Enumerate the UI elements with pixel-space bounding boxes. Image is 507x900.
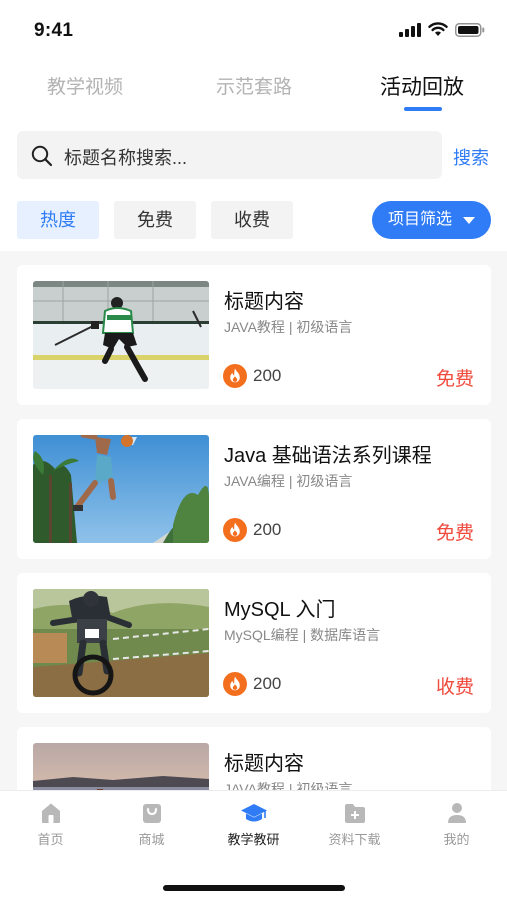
battery-icon — [455, 22, 485, 37]
status-time: 9:41 — [34, 20, 74, 41]
signal-icon — [399, 22, 421, 37]
sunset-lake-photo — [33, 743, 209, 790]
course-card[interactable]: 标题内容 JAVA教程 | 初级语言 — [17, 727, 491, 790]
project-filter-label: 项目筛选 — [388, 211, 453, 228]
status-bar: 9:41 — [0, 0, 507, 60]
chip-free[interactable]: 免费 — [114, 201, 196, 239]
active-tab-indicator — [404, 107, 442, 111]
folder-plus-icon — [344, 804, 365, 823]
course-card[interactable]: 标题内容 JAVA教程 | 初级语言 200 免费 — [17, 265, 491, 405]
search-button[interactable]: 搜索 — [453, 144, 489, 170]
nav-profile-label: 我的 — [443, 832, 470, 847]
course-subtitle: JAVA教程 | 初级语言 — [224, 319, 353, 335]
price-label: 免费 — [435, 369, 474, 390]
course-title: Java 基础语法系列课程 — [224, 445, 432, 467]
status-icons — [399, 22, 485, 37]
search-placeholder: 标题名称搜索... — [64, 148, 188, 168]
course-card[interactable]: Java 基础语法系列课程 JAVA编程 | 初级语言 200 免费 — [17, 419, 491, 559]
course-title: 标题内容 — [224, 291, 304, 313]
view-count: 200 — [253, 520, 282, 539]
project-filter-button[interactable]: 项目筛选 — [372, 201, 491, 239]
wifi-icon — [428, 22, 448, 36]
nav-teaching-label: 教学教研 — [227, 832, 280, 847]
home-icon — [41, 803, 60, 823]
course-subtitle: MySQL编程 | 数据库语言 — [224, 627, 381, 643]
tab-demo-routine[interactable]: 示范套路 — [216, 72, 292, 99]
ice-hockey-photo — [33, 281, 209, 389]
fire-icon — [223, 364, 247, 388]
course-list: 标题内容 JAVA教程 | 初级语言 200 免费 Java 基础语法系列课程 … — [0, 251, 507, 790]
graduation-cap-icon — [240, 804, 267, 822]
fire-icon — [223, 672, 247, 696]
user-icon — [447, 803, 466, 823]
course-title: MySQL 入门 — [224, 599, 336, 621]
nav-shop-label: 商城 — [138, 832, 165, 847]
shop-bag-icon — [142, 804, 161, 823]
course-subtitle: JAVA教程 | 初级语言 — [224, 781, 353, 790]
search-row: 标题名称搜索... 搜索 — [0, 131, 507, 181]
nav-downloads-label: 资料下载 — [328, 832, 381, 847]
course-card[interactable]: MySQL 入门 MySQL编程 | 数据库语言 200 收费 — [17, 573, 491, 713]
fire-icon — [223, 518, 247, 542]
tab-event-replay[interactable]: 活动回放 — [380, 71, 464, 101]
filter-chips: 热度 免费 收费 项目筛选 — [0, 201, 507, 241]
chip-popularity[interactable]: 热度 — [17, 201, 99, 239]
nav-shop[interactable]: 商城 — [101, 801, 202, 848]
search-input[interactable]: 标题名称搜索... — [17, 131, 442, 179]
caret-down-icon — [463, 217, 475, 224]
tab-teaching-video[interactable]: 教学视频 — [47, 72, 123, 99]
top-tabs: 教学视频 示范套路 活动回放 — [0, 66, 507, 116]
course-subtitle: JAVA编程 | 初级语言 — [224, 473, 353, 489]
bottom-nav: 首页 商城 教学教研 资料下载 我的 — [0, 790, 507, 900]
mountain-bike-photo — [33, 589, 209, 697]
course-title: 标题内容 — [224, 753, 304, 775]
basketball-dunk-photo — [33, 435, 209, 543]
nav-profile[interactable]: 我的 — [406, 801, 507, 848]
price-label: 收费 — [435, 677, 474, 698]
nav-home-label: 首页 — [37, 832, 64, 847]
chip-paid[interactable]: 收费 — [211, 201, 293, 239]
nav-downloads[interactable]: 资料下载 — [304, 801, 405, 848]
view-count: 200 — [253, 674, 282, 693]
view-count: 200 — [253, 366, 282, 385]
nav-teaching[interactable]: 教学教研 — [203, 801, 304, 848]
home-indicator — [163, 885, 345, 891]
price-label: 免费 — [435, 523, 474, 544]
nav-home[interactable]: 首页 — [0, 801, 101, 848]
search-icon — [31, 145, 53, 167]
